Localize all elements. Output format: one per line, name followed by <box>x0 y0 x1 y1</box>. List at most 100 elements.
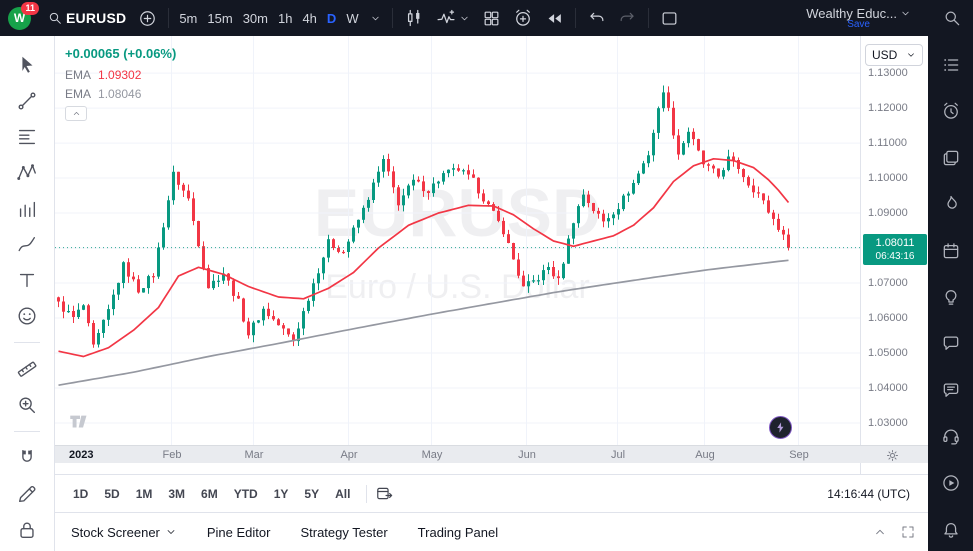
right-sidebar <box>928 36 973 551</box>
range-5d-button[interactable]: 5D <box>96 482 127 506</box>
layout-templates-button[interactable] <box>476 4 507 32</box>
chart-plot-area[interactable]: EURUSD Euro / U.S. Dollar +0.00065 (+0.0… <box>55 36 860 445</box>
minds-icon <box>941 333 961 353</box>
toolbar-divider <box>575 8 576 28</box>
tradingview-app: W 11 EURUSD 5m15m30m1h4hDW <box>0 0 973 551</box>
magnet-icon <box>16 447 38 469</box>
news-panel-button[interactable] <box>937 144 965 171</box>
brush-tool-button[interactable] <box>11 230 43 260</box>
hotlists-panel-button[interactable] <box>937 190 965 217</box>
compare-add-button[interactable] <box>132 4 163 32</box>
range-1y-button[interactable]: 1Y <box>266 482 297 506</box>
alerts-panel-button[interactable] <box>937 97 965 124</box>
tab-stock-screener[interactable]: Stock Screener <box>71 525 177 540</box>
zoom-icon <box>16 394 38 416</box>
timeframe-30m[interactable]: 30m <box>238 4 273 32</box>
notifications-panel-button[interactable] <box>937 516 965 543</box>
price-axis-label: 1.12000 <box>868 102 908 114</box>
edit-tool-button[interactable] <box>11 479 43 509</box>
gear-icon[interactable] <box>885 448 900 463</box>
trend-line-tool-button[interactable] <box>11 86 43 116</box>
flash-publish-button[interactable] <box>769 416 792 439</box>
lock-tool-button[interactable] <box>11 515 43 545</box>
range-ytd-button[interactable]: YTD <box>226 482 266 506</box>
notifications-icon <box>941 519 961 539</box>
watchlist-panel-button[interactable] <box>937 51 965 78</box>
create-alert-button[interactable] <box>507 4 539 32</box>
bar-replay-button[interactable] <box>539 4 570 32</box>
streams-panel-button[interactable] <box>937 469 965 496</box>
plus-circle-icon <box>138 9 157 28</box>
toolbar-divider <box>366 485 367 503</box>
range-5y-button[interactable]: 5Y <box>296 482 327 506</box>
replay-icon <box>545 9 564 28</box>
chat-panel-button[interactable] <box>937 376 965 403</box>
timeframe-w[interactable]: W <box>341 4 363 32</box>
range-3m-button[interactable]: 3M <box>160 482 193 506</box>
chart-style-button[interactable] <box>398 4 430 32</box>
emoji-icon <box>16 305 38 327</box>
cloud-save-link[interactable]: Save <box>847 19 870 30</box>
redo-icon <box>618 9 637 28</box>
time-axis-month: Aug <box>695 449 715 461</box>
timeframe-4h[interactable]: 4h <box>297 4 321 32</box>
time-axis[interactable]: 2023 FebMarAprMayJunJulAugSep <box>55 445 928 463</box>
range-1d-button[interactable]: 1D <box>65 482 96 506</box>
go-to-date-button[interactable] <box>375 484 394 503</box>
range-6m-button[interactable]: 6M <box>193 482 226 506</box>
price-scale[interactable]: USD 1.130001.120001.110001.100001.090001… <box>860 36 928 474</box>
indicator-row-ema-slow[interactable]: EMA 1.08046 <box>65 87 176 101</box>
panel-expand-chevron-icon[interactable] <box>872 524 888 540</box>
toolbar-divider <box>14 431 40 432</box>
indicator-row-ema-fast[interactable]: EMA 1.09302 <box>65 68 176 82</box>
price-axis-label: 1.10000 <box>868 172 908 184</box>
ideas-panel-button[interactable] <box>937 283 965 310</box>
tab-pine-editor[interactable]: Pine Editor <box>207 525 271 540</box>
maximize-panel-icon[interactable] <box>900 524 916 540</box>
timeframe-d[interactable]: D <box>322 4 341 32</box>
undo-button[interactable] <box>581 4 612 32</box>
range-1m-button[interactable]: 1M <box>128 482 161 506</box>
ruler-tool-button[interactable] <box>11 354 43 384</box>
currency-selector[interactable]: USD <box>865 44 923 66</box>
time-axis-month: Jun <box>518 449 536 461</box>
user-avatar[interactable]: W 11 <box>8 7 31 30</box>
indicators-button[interactable] <box>430 4 476 32</box>
timeframe-15m[interactable]: 15m <box>202 4 237 32</box>
tab-label: Strategy Tester <box>300 525 387 540</box>
timeframe-more-button[interactable] <box>364 4 387 32</box>
xabcd-pattern-tool-button[interactable] <box>11 158 43 188</box>
minds-panel-button[interactable] <box>937 330 965 357</box>
bars-forecast-tool-button[interactable] <box>11 194 43 224</box>
quick-search-icon[interactable] <box>942 8 962 28</box>
calendar-panel-button[interactable] <box>937 237 965 264</box>
news-icon <box>941 148 961 168</box>
help-icon <box>941 426 961 446</box>
pointer-tool-button[interactable] <box>11 50 43 80</box>
symbol-search-button[interactable]: EURUSD <box>41 4 132 32</box>
fib-retracement-tool-button[interactable] <box>11 122 43 152</box>
time-axis-month: May <box>422 449 443 461</box>
server-clock[interactable]: 14:16:44 (UTC) <box>827 487 910 501</box>
magnet-tool-button[interactable] <box>11 443 43 473</box>
text-icon <box>16 269 38 291</box>
price-change-label: +0.00065 (+0.06%) <box>65 46 176 61</box>
indicator-label: EMA <box>65 68 91 82</box>
last-price: 1.08011 <box>863 236 927 250</box>
multichart-layout-button[interactable] <box>654 4 685 32</box>
timeframe-1h[interactable]: 1h <box>273 4 297 32</box>
zoom-tool-button[interactable] <box>11 390 43 420</box>
top-toolbar: W 11 EURUSD 5m15m30m1h4hDW <box>0 0 973 36</box>
tab-strategy-tester[interactable]: Strategy Tester <box>300 525 387 540</box>
redo-button[interactable] <box>612 4 643 32</box>
emoji-tool-button[interactable] <box>11 301 43 331</box>
tradingview-logo[interactable] <box>67 408 93 434</box>
toolbar-divider <box>168 8 169 28</box>
range-all-button[interactable]: All <box>327 482 358 506</box>
toolbar-divider <box>14 342 40 343</box>
text-tool-button[interactable] <box>11 266 43 296</box>
tab-trading-panel[interactable]: Trading Panel <box>418 525 498 540</box>
legend-collapse-button[interactable] <box>65 106 87 121</box>
timeframe-5m[interactable]: 5m <box>174 4 202 32</box>
help-panel-button[interactable] <box>937 423 965 450</box>
